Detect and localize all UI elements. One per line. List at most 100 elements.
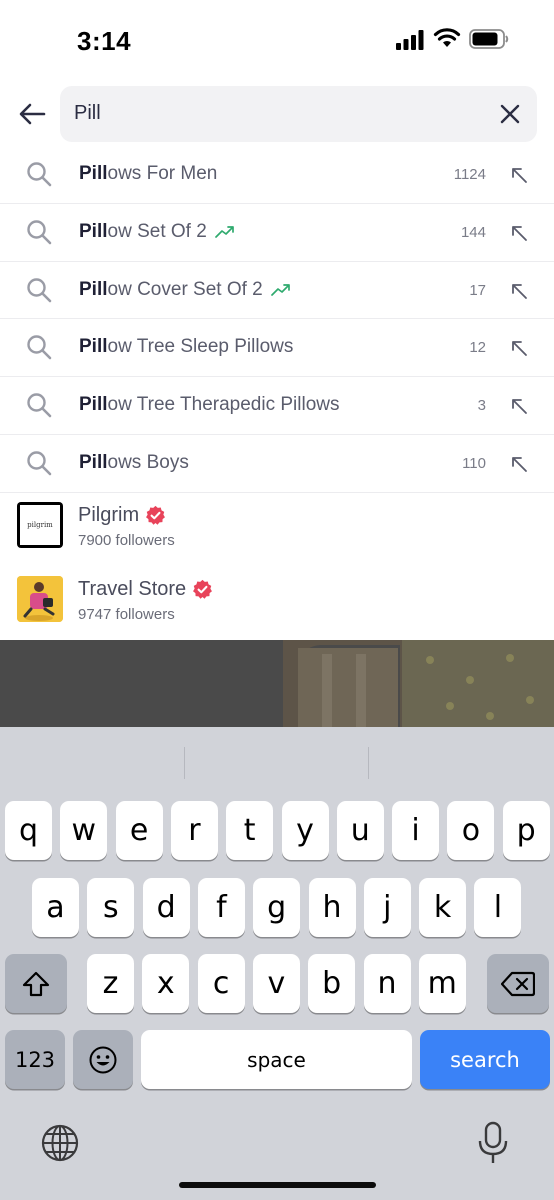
- suggestion-row[interactable]: Pill ow Set Of 2 144: [0, 204, 554, 262]
- store-logo-pilgrim: pilgrim: [17, 502, 63, 548]
- emoji-key[interactable]: [73, 1030, 133, 1089]
- search-key[interactable]: search: [420, 1030, 550, 1089]
- clear-search-button[interactable]: [497, 101, 523, 127]
- suggestion-match: Pill: [79, 451, 108, 473]
- key-j[interactable]: j: [363, 878, 411, 937]
- suggestion-row[interactable]: Pill ow Cover Set Of 2 17: [0, 262, 554, 320]
- suggestion-rest: ow Tree Sleep Pillows: [107, 336, 294, 358]
- key-g[interactable]: g: [253, 878, 301, 937]
- key-n[interactable]: n: [363, 954, 411, 1013]
- search-icon: [27, 220, 52, 245]
- suggestion-text: Pill ow Tree Therapedic Pillows: [79, 394, 340, 416]
- suggestion-rest: ows Boys: [107, 451, 189, 473]
- verified-badge-icon: [193, 579, 213, 599]
- travel-figure-icon: [17, 576, 63, 622]
- suggestion-list: Pill ows For Men 1124 Pill ow Set Of 2 144 Pil…: [0, 146, 554, 493]
- suggestion-count: 3: [477, 397, 486, 415]
- key-p[interactable]: p: [502, 801, 550, 860]
- key-l[interactable]: l: [474, 878, 522, 937]
- suggestion-row[interactable]: Pill ow Tree Therapedic Pillows 3: [0, 377, 554, 435]
- fill-query-arrow-icon[interactable]: [510, 455, 528, 473]
- suggestion-rest: ow Cover Set Of 2: [107, 278, 263, 300]
- store-result-pilgrim[interactable]: pilgrim Pilgrim 7900 followers: [0, 492, 554, 564]
- status-bar: 3:14: [0, 0, 554, 80]
- key-z[interactable]: z: [87, 954, 134, 1013]
- store-logo-travel-store: [17, 576, 63, 622]
- globe-icon[interactable]: [40, 1123, 80, 1163]
- key-d[interactable]: d: [142, 878, 190, 937]
- key-f[interactable]: f: [197, 878, 245, 937]
- key-b[interactable]: b: [308, 954, 356, 1013]
- suggestion-row[interactable]: Pill ows Boys 110: [0, 435, 554, 493]
- suggestion-row[interactable]: Pill ows For Men 1124: [0, 146, 554, 204]
- key-r[interactable]: r: [170, 801, 218, 860]
- wifi-icon: [433, 28, 461, 47]
- key-h[interactable]: h: [308, 878, 356, 937]
- search-icon: [27, 162, 52, 187]
- suggestion-text: Pill ow Tree Sleep Pillows: [79, 336, 293, 358]
- close-icon: [500, 104, 520, 124]
- suggestion-rest: ows For Men: [107, 163, 218, 184]
- key-m[interactable]: m: [418, 954, 466, 1013]
- numbers-key[interactable]: 123: [5, 1030, 65, 1089]
- search-icon: [27, 277, 52, 302]
- store-followers: 9747 followers: [78, 606, 175, 623]
- backspace-key[interactable]: [487, 954, 549, 1013]
- key-i[interactable]: i: [392, 801, 440, 860]
- fill-query-arrow-icon[interactable]: [510, 166, 528, 184]
- trending-icon: [270, 283, 290, 296]
- suggestion-text: Pill ows Boys: [79, 452, 189, 474]
- key-w[interactable]: w: [60, 801, 108, 860]
- key-v[interactable]: v: [252, 954, 300, 1013]
- suggestion-text: Pill ow Set Of 2: [79, 221, 235, 243]
- key-x[interactable]: x: [142, 954, 190, 1013]
- predictive-bar-divider: [184, 747, 185, 779]
- key-c[interactable]: c: [197, 954, 245, 1013]
- search-query-text: Pill: [74, 102, 101, 124]
- suggestion-text: Pill ow Cover Set Of 2: [79, 279, 291, 301]
- key-y[interactable]: y: [281, 801, 329, 860]
- on-screen-keyboard: 123 space search qwertyuiop asdfghjkl zxcv…: [0, 727, 554, 1200]
- search-icon: [27, 335, 52, 360]
- suggestion-match: Pill: [79, 278, 108, 300]
- status-time: 3:14: [77, 26, 132, 56]
- suggestion-count: 1124: [453, 166, 486, 183]
- battery-icon: [469, 29, 509, 49]
- suggestion-rest: ow Set Of 2: [107, 220, 207, 242]
- key-s[interactable]: s: [87, 878, 135, 937]
- suggestion-count: 110: [462, 454, 486, 472]
- microphone-icon[interactable]: [476, 1121, 510, 1165]
- key-a[interactable]: a: [32, 878, 79, 937]
- suggestion-text: Pill ows For Men: [79, 163, 217, 185]
- verified-badge-icon: [146, 505, 166, 525]
- back-button[interactable]: [14, 96, 50, 132]
- fill-query-arrow-icon[interactable]: [510, 282, 528, 300]
- key-q[interactable]: q: [5, 801, 52, 860]
- store-result-travel-store[interactable]: Travel Store 9747 followers: [0, 566, 554, 638]
- key-e[interactable]: e: [115, 801, 163, 860]
- search-icon: [27, 451, 52, 476]
- space-key[interactable]: space: [141, 1030, 412, 1089]
- fill-query-arrow-icon[interactable]: [510, 339, 528, 357]
- trending-icon: [214, 225, 234, 238]
- key-u[interactable]: u: [336, 801, 384, 860]
- search-input[interactable]: Pill: [60, 86, 537, 142]
- emoji-icon: [89, 1046, 117, 1073]
- back-arrow-icon: [19, 103, 46, 125]
- key-o[interactable]: o: [447, 801, 495, 860]
- suggestion-match: Pill: [79, 336, 108, 358]
- suggestion-rest: ow Tree Therapedic Pillows: [107, 394, 340, 416]
- key-k[interactable]: k: [419, 878, 467, 937]
- key-t[interactable]: t: [226, 801, 274, 860]
- store-followers: 7900 followers: [78, 532, 175, 549]
- suggestion-match: Pill: [79, 220, 108, 242]
- fill-query-arrow-icon[interactable]: [510, 397, 528, 415]
- fill-query-arrow-icon[interactable]: [510, 224, 528, 242]
- store-name: Pilgrim: [78, 504, 166, 527]
- suggestion-count: 12: [469, 339, 486, 357]
- shift-key[interactable]: [5, 954, 67, 1013]
- suggestion-count: 144: [460, 223, 486, 241]
- suggestion-row[interactable]: Pill ow Tree Sleep Pillows 12: [0, 319, 554, 378]
- background-product-image: [0, 640, 554, 727]
- shift-icon: [22, 971, 50, 996]
